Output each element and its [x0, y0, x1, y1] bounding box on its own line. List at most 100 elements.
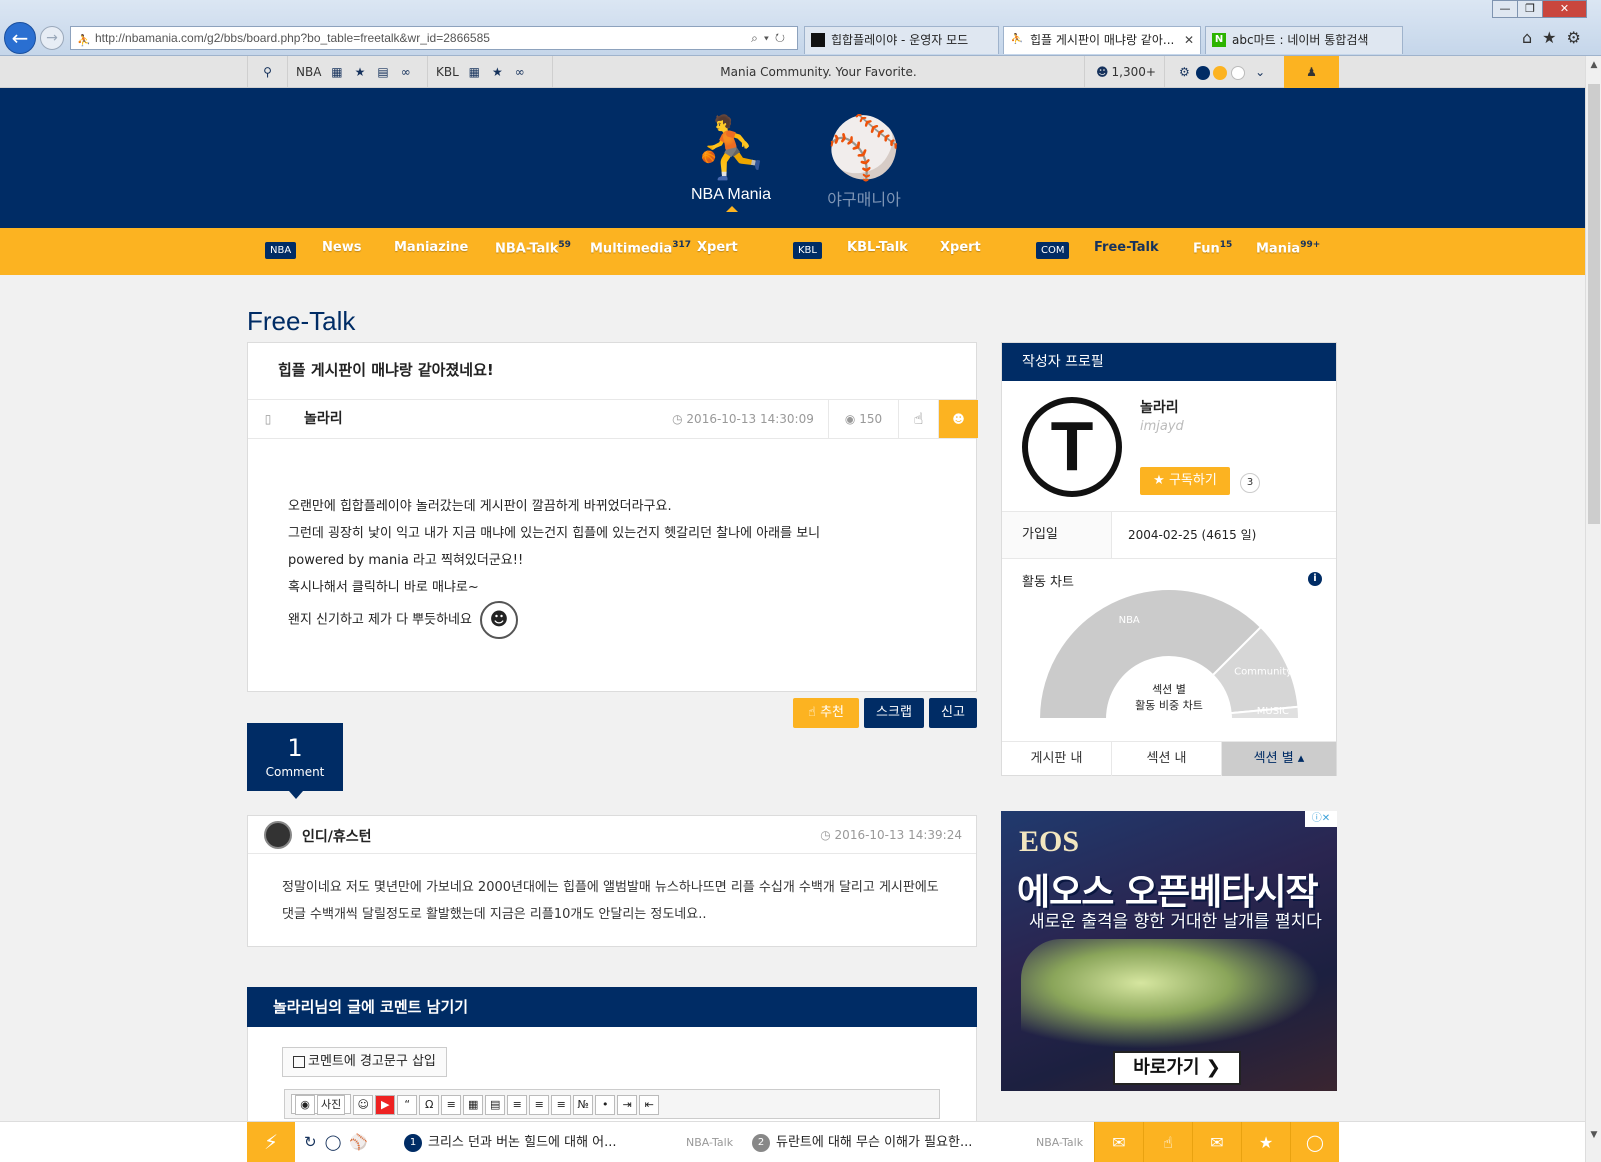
ordered-list-icon[interactable]: № [573, 1095, 594, 1115]
subscribe-button[interactable]: ★ 구독하기 [1140, 467, 1230, 495]
link-icon[interactable]: ∞ [515, 56, 525, 88]
baseball-icon[interactable]: ⚾ [349, 1133, 376, 1151]
home-icon[interactable]: ⌂ [1522, 28, 1542, 47]
ad-choices-icon[interactable]: ⓘ✕ [1305, 811, 1337, 827]
trophy-icon[interactable]: ★ [492, 56, 503, 88]
hr-icon[interactable]: ≡ [441, 1095, 462, 1115]
favorites-star-icon[interactable]: ★ [1542, 28, 1566, 47]
baseball-mania-logo[interactable]: ⚾ 야구매니아 [814, 110, 914, 210]
theme-navy-dot[interactable] [1195, 65, 1210, 80]
chevron-down-icon[interactable]: ⌄ [1255, 56, 1265, 88]
align-center-icon[interactable]: ≡ [529, 1095, 550, 1115]
join-date-label: 가입일 [1002, 512, 1112, 558]
align-left-icon[interactable]: ≡ [507, 1095, 528, 1115]
warning-checkbox[interactable]: 코멘트에 경고문구 삽입 [282, 1047, 447, 1077]
mail-icon[interactable]: ✉ [1192, 1122, 1241, 1162]
tab-favicon-icon: ⛹ [1010, 34, 1024, 45]
theme-white-dot[interactable] [1231, 65, 1246, 80]
theme-yellow-dot[interactable] [1213, 65, 1228, 80]
bullet-list-icon[interactable]: • [595, 1095, 616, 1115]
browser-tab-1[interactable]: 힙합플레이야 - 운영자 모드 [804, 26, 999, 54]
activity-chart-label: 활동 차트 [1022, 575, 1074, 590]
link-icon[interactable]: ∞ [401, 56, 411, 88]
thumbs-up-icon[interactable]: ☝ [898, 400, 938, 438]
avatar[interactable] [264, 821, 292, 849]
settings-gear-icon[interactable]: ⚙ [1567, 28, 1591, 47]
youtube-icon[interactable]: ▶ [375, 1095, 396, 1115]
checkbox-box[interactable] [293, 1055, 305, 1068]
special-char-icon[interactable]: Ω [419, 1095, 440, 1115]
scroll-thumb[interactable] [1588, 84, 1600, 524]
star-icon[interactable]: ★ [1241, 1122, 1290, 1162]
recommend-button[interactable]: ☝ 추천 [793, 698, 859, 728]
nba-quick-label[interactable]: NBA [296, 65, 321, 79]
flash-icon[interactable]: ⚡ [247, 1122, 295, 1162]
quote-icon[interactable]: “ [397, 1095, 418, 1115]
trophy-icon[interactable]: ★ [355, 56, 366, 88]
join-date-value: 2004-02-25 (4615 일) [1128, 528, 1257, 542]
info-icon[interactable]: i [1308, 572, 1322, 586]
nav-maniazine[interactable]: Maniazine [394, 240, 468, 255]
forward-button[interactable]: → [40, 26, 64, 50]
refresh-icon[interactable]: ↻ [304, 1133, 325, 1151]
nba-quicklinks: NBA ▦ ★ ▤ ∞ [287, 56, 427, 88]
photo-button[interactable]: ◉ 사진 [291, 1094, 352, 1115]
thumbs-up-icon[interactable]: ☝ [1143, 1122, 1192, 1162]
hot-post-title: 듀란트에 대해 무슨 이해가 필요한... [776, 1135, 973, 1150]
address-bar[interactable]: ⛹ http://nbamania.com/g2/bbs/board.php?b… [70, 26, 798, 50]
tab-section[interactable]: 섹션 내 [1112, 742, 1222, 776]
back-button[interactable]: ← [4, 22, 36, 54]
ad-banner[interactable]: EOS 에오스 오픈베타시작 새로운 출격을 향한 거대한 날개를 펼치다 바로… [1001, 811, 1337, 1091]
search-button[interactable]: ⚲ [247, 56, 287, 88]
chat-icon[interactable]: ✉ [1094, 1122, 1143, 1162]
emoticon-icon[interactable]: ☺ [353, 1095, 374, 1115]
align-right-icon[interactable]: ≡ [551, 1095, 572, 1115]
chart-center-line-2: 활동 비중 차트 [1135, 698, 1203, 712]
nav-kbl-talk[interactable]: KBL-Talk [847, 240, 908, 255]
nav-mania[interactable]: Mania99+ [1256, 240, 1320, 256]
close-window-icon[interactable]: ✕ [1542, 0, 1587, 18]
user-button[interactable]: ♟ [1284, 56, 1339, 88]
ad-cta-button[interactable]: 바로가기 ❯ [1113, 1051, 1241, 1085]
nav-kbl-xpert[interactable]: Xpert [940, 240, 981, 255]
scroll-up-icon[interactable]: ▲ [1586, 60, 1601, 74]
indent-icon[interactable]: ⇥ [617, 1095, 638, 1115]
caret-up-icon: ▴ [1293, 751, 1305, 766]
author-profile-icon[interactable]: ☻ [938, 400, 978, 438]
nav-multimedia[interactable]: Multimedia317 [590, 240, 691, 256]
comment-author[interactable]: 인디/휴스턴 [302, 826, 372, 846]
outdent-icon[interactable]: ⇤ [639, 1095, 660, 1115]
hot-post-1[interactable]: 1 크리스 던과 버논 힐드에 대해 어... [404, 1122, 674, 1162]
scroll-down-icon[interactable]: ▼ [1586, 1130, 1601, 1144]
basketball-icon[interactable]: ◯ [325, 1133, 350, 1151]
template-icon[interactable]: ▤ [485, 1095, 506, 1115]
calendar-icon[interactable]: ▦ [331, 56, 342, 88]
scrap-button[interactable]: 스크랩 [864, 698, 924, 728]
tab-close-icon[interactable]: ✕ [1184, 27, 1194, 53]
minimize-icon[interactable]: — [1492, 0, 1518, 18]
xp-icon[interactable]: ◯ [1290, 1122, 1339, 1162]
nba-mania-logo[interactable]: ⛹ NBA Mania [686, 110, 776, 212]
table-icon[interactable]: ▦ [463, 1095, 484, 1115]
tab-by-section[interactable]: 섹션 별 ▴ [1222, 742, 1336, 776]
nav-free-talk[interactable]: Free-Talk [1094, 240, 1159, 255]
nav-fun[interactable]: Fun15 [1193, 240, 1232, 256]
scrollbar[interactable]: ▲ ▼ [1585, 56, 1601, 1162]
address-tools-icon[interactable]: ⌕▾↻ [751, 27, 791, 49]
nav-nba-talk[interactable]: NBA-Talk59 [495, 240, 571, 256]
nav-news[interactable]: News [322, 240, 361, 255]
nav-xpert[interactable]: Xpert [697, 240, 738, 255]
online-users[interactable]: ☻ 1,300+ [1084, 56, 1164, 88]
browser-tab-2[interactable]: ⛹ 힙플 게시판이 매냐랑 같아... ✕ [1003, 26, 1201, 54]
tab-board[interactable]: 게시판 내 [1002, 742, 1112, 776]
maximize-icon[interactable]: ❐ [1517, 0, 1543, 18]
post-author[interactable]: 놀라리 [288, 400, 438, 438]
gear-icon[interactable]: ⚙ [1179, 56, 1190, 88]
calendar-icon[interactable]: ▦ [469, 56, 480, 88]
browser-tab-3[interactable]: N abc마트 : 네이버 통합검색 [1205, 26, 1403, 54]
hot-post-2[interactable]: 2 듀란트에 대해 무슨 이해가 필요한... [752, 1122, 1022, 1162]
profile-name: 놀라리 [1140, 400, 1179, 416]
kbl-quick-label[interactable]: KBL [436, 65, 459, 79]
report-button[interactable]: 신고 [929, 698, 977, 728]
bracket-icon[interactable]: ▤ [377, 56, 388, 88]
